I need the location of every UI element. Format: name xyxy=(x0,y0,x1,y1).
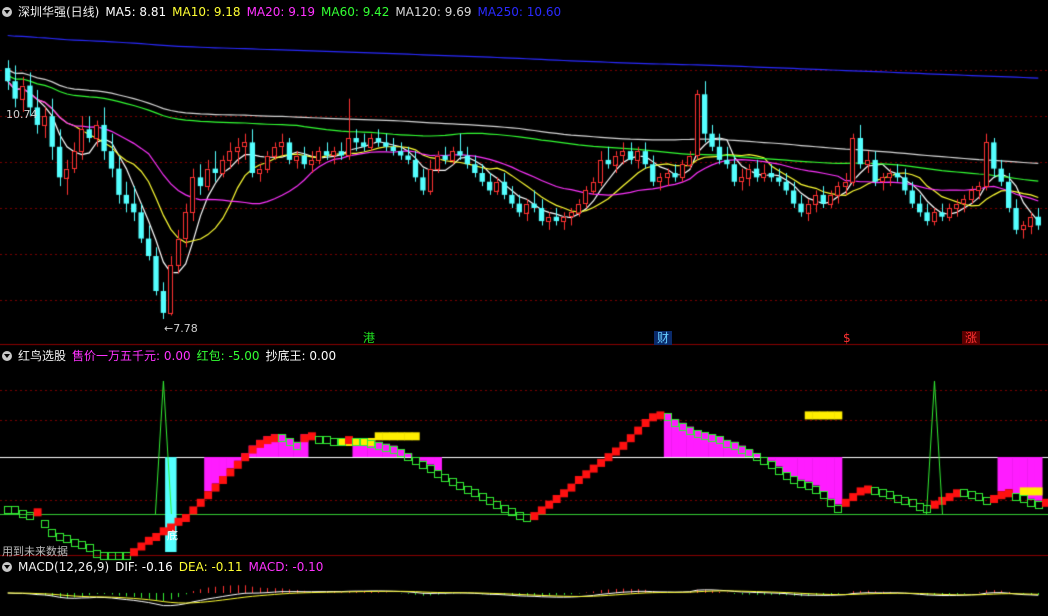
macd-dif-value: DIF: -0.16 xyxy=(115,560,173,574)
event-flag-finance[interactable]: 财 xyxy=(654,331,673,345)
macd-panel-header: MACD(12,26,9) DIF: -0.16 DEA: -0.11 MACD: -… xyxy=(2,558,329,576)
main-panel-header: 深圳华强(日线) MA5: 8.81 MA10: 9.18 MA20: 9.19 MA6… xyxy=(2,3,567,21)
event-flag-hk[interactable]: 港 xyxy=(360,331,378,345)
indicator-panel-header: 红鸟选股 售价一万五千元: 0.00 红包: -5.00 抄底王: 0.00 xyxy=(2,347,342,365)
stock-name: 深圳华强(日线) xyxy=(18,5,100,19)
macd-name: MACD(12,26,9) xyxy=(18,560,110,574)
macd-macd-value: MACD: -0.10 xyxy=(248,560,324,574)
event-flag-rise[interactable]: 涨 xyxy=(962,331,981,345)
ma250-value: MA250: 10.60 xyxy=(477,5,562,19)
ma120-value: MA120: 9.69 xyxy=(395,5,472,19)
indicator-price-value: 售价一万五千元: 0.00 xyxy=(72,349,191,363)
low-price-label: ←7.78 xyxy=(164,322,198,335)
indicator-hongbao-value: 红包: -5.00 xyxy=(196,349,260,363)
macd-dea-value: DEA: -0.11 xyxy=(178,560,243,574)
ma20-value: MA20: 9.19 xyxy=(246,5,315,19)
kline-chart-canvas[interactable] xyxy=(0,0,1048,616)
indicator-chaodi-value: 抄底王: 0.00 xyxy=(265,349,337,363)
event-flag-dollar[interactable]: $ xyxy=(840,331,854,345)
collapse-toggle-icon[interactable] xyxy=(2,562,12,572)
indicator-name: 红鸟选股 xyxy=(18,349,67,363)
ma10-value: MA10: 9.18 xyxy=(172,5,241,19)
ma5-value: MA5: 8.81 xyxy=(105,5,167,19)
high-price-label: 10.74 xyxy=(6,108,38,121)
bottom-mark-label: 底 xyxy=(167,529,178,542)
ma60-value: MA60: 9.42 xyxy=(321,5,390,19)
future-data-note: 用到未来数据 xyxy=(2,545,68,558)
collapse-toggle-icon[interactable] xyxy=(2,351,12,361)
collapse-toggle-icon[interactable] xyxy=(2,7,12,17)
